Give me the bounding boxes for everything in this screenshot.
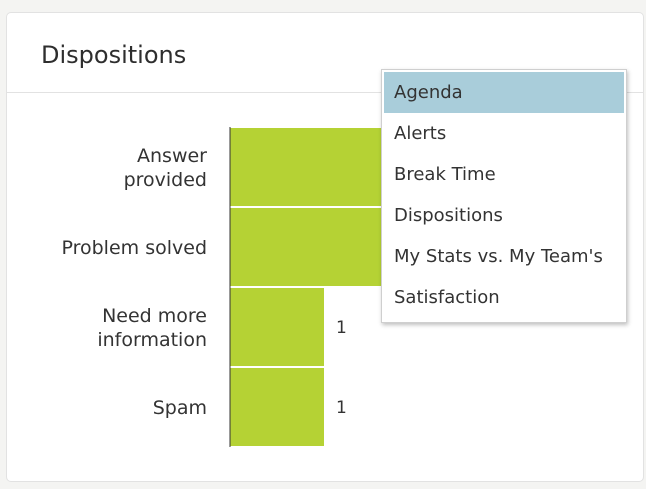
category-label: Need more	[102, 305, 207, 327]
menu-item-satisfaction[interactable]: Satisfaction	[384, 277, 624, 318]
category-label: Answer	[137, 145, 207, 167]
menu-item-dispositions[interactable]: Dispositions	[384, 195, 624, 236]
category-label: provided	[124, 169, 207, 191]
menu-item-agenda[interactable]: Agenda	[384, 72, 624, 113]
bar-2	[230, 288, 324, 366]
menu-item-break-time[interactable]: Break Time	[384, 154, 624, 195]
data-label: 1	[336, 318, 347, 338]
data-label: 1	[336, 398, 347, 418]
category-label: Problem solved	[61, 237, 207, 259]
category-label: Spam	[153, 397, 207, 419]
menu-item-alerts[interactable]: Alerts	[384, 113, 624, 154]
category-label: information	[97, 329, 207, 351]
bar-3	[230, 368, 324, 446]
menu-item-my-stats-vs-my-teams[interactable]: My Stats vs. My Team's	[384, 236, 624, 277]
widget-type-dropdown-menu[interactable]: Agenda Alerts Break Time Dispositions My…	[381, 69, 627, 323]
